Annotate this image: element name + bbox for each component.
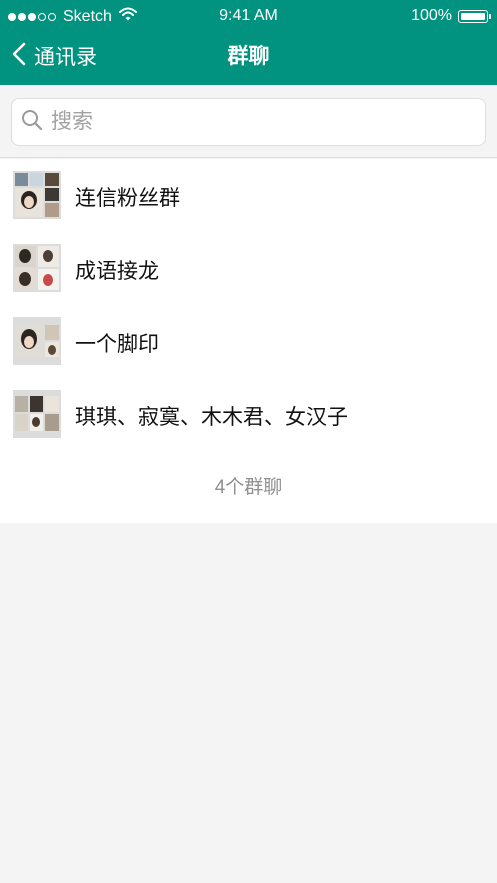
battery-icon: [458, 9, 491, 23]
group-name: 一个脚印: [75, 333, 159, 356]
back-button[interactable]: 通讯录: [12, 38, 97, 74]
search-box[interactable]: [11, 98, 486, 146]
group-item[interactable]: 一个脚印: [0, 305, 497, 378]
group-name: 成语接龙: [75, 260, 159, 283]
group-avatar: [13, 244, 61, 292]
group-avatar-collage-icon: [15, 246, 59, 290]
status-bar-right: 100%: [411, 7, 491, 25]
group-avatar-collage-icon: [15, 173, 59, 217]
search-area: [0, 85, 497, 158]
chevron-left-icon: [12, 42, 26, 71]
group-avatar: [13, 317, 61, 365]
group-name: 琪琪、寂寞、木木君、女汉子: [75, 406, 348, 429]
group-name: 连信粉丝群: [75, 187, 180, 210]
group-list: 连信粉丝群 成语接龙 一个脚印 琪琪、寂寞、木木君、女汉子 4个群聊: [0, 159, 497, 523]
group-item[interactable]: 成语接龙: [0, 232, 497, 305]
group-item[interactable]: 连信粉丝群: [0, 159, 497, 232]
app-header: Sketch 9:41 AM 100% 通讯录 群聊: [0, 0, 497, 85]
group-avatar-collage-icon: [15, 396, 59, 431]
battery-percent: 100%: [411, 7, 452, 24]
group-item[interactable]: 琪琪、寂寞、木木君、女汉子: [0, 378, 497, 451]
group-avatar-collage-icon: [15, 325, 59, 357]
back-label: 通讯录: [34, 46, 97, 69]
group-count-label: 4个群聊: [214, 477, 283, 498]
group-avatar: [13, 390, 61, 438]
search-icon: [21, 109, 43, 136]
search-input[interactable]: [49, 109, 453, 135]
status-bar: Sketch 9:41 AM 100%: [0, 0, 497, 32]
group-avatar: [13, 171, 61, 219]
